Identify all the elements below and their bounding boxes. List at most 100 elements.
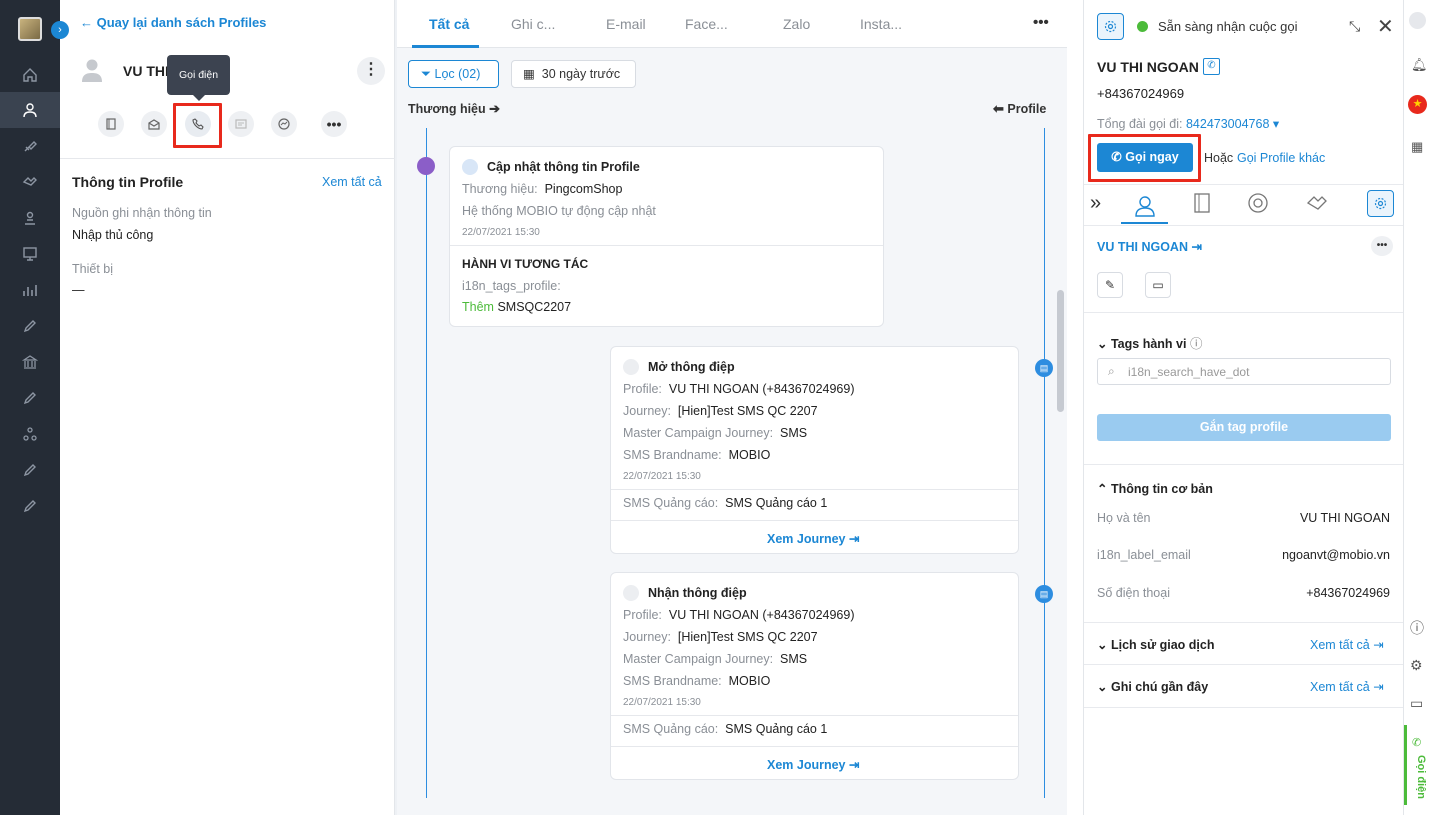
network-icon[interactable] (0, 416, 60, 452)
tab-instagram[interactable]: Insta... (860, 16, 902, 32)
ready-status-dot (1137, 21, 1148, 32)
monitor-icon[interactable]: ▭ (1410, 695, 1423, 712)
report-icon[interactable] (0, 272, 60, 308)
more-vert-button[interactable]: ⋮ (357, 57, 385, 85)
minimize-icon[interactable]: ⤡ (1349, 18, 1360, 35)
see-all-label: Xem tất cả (1310, 638, 1370, 652)
back-link[interactable]: ← Quay lại danh sách Profiles (80, 15, 266, 30)
campaign-icon[interactable] (0, 128, 60, 164)
more-tabs-button[interactable]: ••• (1033, 14, 1049, 31)
divider (450, 245, 883, 246)
see-all-link[interactable]: Xem tất cả (322, 175, 382, 189)
link-label: Xem Journey (767, 758, 846, 772)
view-journey-link[interactable]: Xem Journey ⇥ (767, 531, 859, 546)
calendar-icon: ▦ (523, 67, 535, 81)
notes-see-all-link[interactable]: Xem tất cả ⇥ (1310, 679, 1384, 694)
ticket-icon[interactable] (0, 200, 60, 236)
chevron-down-icon: ⌄ (1097, 337, 1108, 351)
book-icon[interactable] (98, 111, 124, 137)
caller-name: VU THI NGOAN (1097, 59, 1199, 75)
call-tab-label[interactable]: Gọi điện (1409, 755, 1427, 805)
expand-nav-button[interactable]: › (51, 21, 69, 39)
notebook-icon[interactable] (1193, 193, 1211, 213)
bell-icon[interactable]: 🔔︎ (1411, 57, 1428, 73)
comment-icon[interactable]: ▭ (1145, 272, 1171, 298)
field-value: VU THI NGOAN (+84367024969) (668, 382, 855, 396)
close-icon[interactable]: ✕ (1377, 14, 1394, 39)
divider (611, 715, 1018, 716)
tab-profile[interactable] (1121, 190, 1168, 224)
panel-settings-icon[interactable] (1367, 190, 1394, 217)
more-button[interactable]: ••• (1371, 236, 1393, 256)
field-label: Profile: (623, 608, 662, 622)
edit-icon[interactable]: ✎ (1097, 272, 1123, 298)
section-title: Thông tin Profile (72, 174, 184, 190)
field-value: MOBIO (728, 448, 771, 462)
user-avatar-icon[interactable] (1409, 12, 1426, 29)
contact-card-icon[interactable]: ✆ (1203, 58, 1220, 75)
filter-icon: ⏷ (421, 67, 432, 81)
profiles-icon[interactable] (0, 92, 60, 128)
call-other-profile-link[interactable]: Gọi Profile khác (1237, 151, 1325, 165)
deal-icon[interactable] (0, 164, 60, 200)
tab-notes[interactable]: Ghi c... (511, 16, 555, 32)
profile-link[interactable]: VU THI NGOAN ⇥ (1097, 239, 1202, 254)
user-icon (623, 359, 639, 375)
rocket-icon[interactable] (0, 488, 60, 524)
system-avatar-icon (417, 157, 435, 175)
rocket-icon[interactable] (0, 380, 60, 416)
scrollbar-thumb[interactable] (1057, 290, 1064, 412)
field-value: SMS Quảng cáo 1 (725, 496, 828, 510)
notes-toggle[interactable]: ⌄ Ghi chú gần đây (1097, 679, 1208, 694)
view-journey-link[interactable]: Xem Journey ⇥ (767, 757, 859, 772)
flag-vietnam-icon[interactable]: ★ (1408, 95, 1427, 114)
field-label: SMS Quảng cáo: (623, 722, 719, 736)
field-value: SMS Quảng cáo 1 (725, 722, 828, 736)
handshake-icon[interactable] (1306, 193, 1328, 213)
activity-card: Cập nhật thông tin Profile Thương hiệu: … (449, 146, 884, 327)
assign-tag-button[interactable]: Gắn tag profile (1097, 414, 1391, 441)
journey-icon[interactable] (0, 308, 60, 344)
divider (1084, 184, 1403, 185)
profile-name: VU THI (123, 63, 169, 79)
grid-app-icon[interactable]: ▦ (1411, 139, 1423, 155)
card-timestamp: 22/07/2021 15:30 (623, 697, 701, 708)
bank-icon[interactable] (0, 344, 60, 380)
settings-icon[interactable] (1097, 13, 1124, 40)
tab-facebook[interactable]: Face... (685, 16, 728, 32)
tab-email[interactable]: E-mail (606, 16, 646, 32)
tab-all[interactable]: Tất cả (429, 16, 469, 32)
divider (1084, 225, 1403, 226)
date-label: 30 ngày trước (541, 67, 621, 81)
double-chevron-icon[interactable]: » (1090, 192, 1101, 215)
board-icon[interactable] (0, 236, 60, 272)
history-toggle[interactable]: ⌄ Lịch sử giao dịch (1097, 637, 1214, 652)
search-placeholder: i18n_search_have_dot (1128, 365, 1250, 379)
field-label: SMS Brandname: (623, 448, 722, 462)
basic-info-toggle[interactable]: ⌃ Thông tin cơ bản (1097, 481, 1213, 496)
user-icon (623, 585, 639, 601)
tab-zalo[interactable]: Zalo (783, 16, 810, 32)
divider (1084, 312, 1403, 313)
field-value: +84367024969 (1306, 586, 1390, 600)
filter-button[interactable]: ⏷ Lọc (02) (408, 60, 499, 88)
history-see-all-link[interactable]: Xem tất cả ⇥ (1310, 637, 1384, 652)
rocket-icon[interactable] (0, 452, 60, 488)
tag-search-input[interactable]: ⌕ i18n_search_have_dot (1097, 358, 1391, 385)
profile-filter[interactable]: ⬅ Profile (993, 101, 1046, 117)
support-icon[interactable] (1248, 193, 1268, 213)
highlight-call-now (1088, 134, 1201, 182)
help-circle-icon[interactable]: ⓘ (1410, 618, 1424, 638)
date-range-button[interactable]: ▦ 30 ngày trước (511, 60, 636, 88)
workspace-logo[interactable] (18, 17, 42, 41)
home-icon[interactable] (0, 57, 60, 93)
sms-icon[interactable] (228, 111, 254, 137)
messenger-icon[interactable] (271, 111, 297, 137)
tags-section-toggle[interactable]: ⌄ Tags hành vi ⓘ (1097, 333, 1202, 352)
timeline-line-left (426, 128, 427, 798)
hotline-select[interactable]: 842473004768 ▾ (1186, 117, 1279, 131)
brand-filter[interactable]: Thương hiệu ➔ (408, 101, 500, 117)
email-icon[interactable] (141, 111, 167, 137)
gear-icon[interactable]: ⚙ (1410, 657, 1423, 674)
more-actions-button[interactable]: ••• (321, 111, 347, 137)
